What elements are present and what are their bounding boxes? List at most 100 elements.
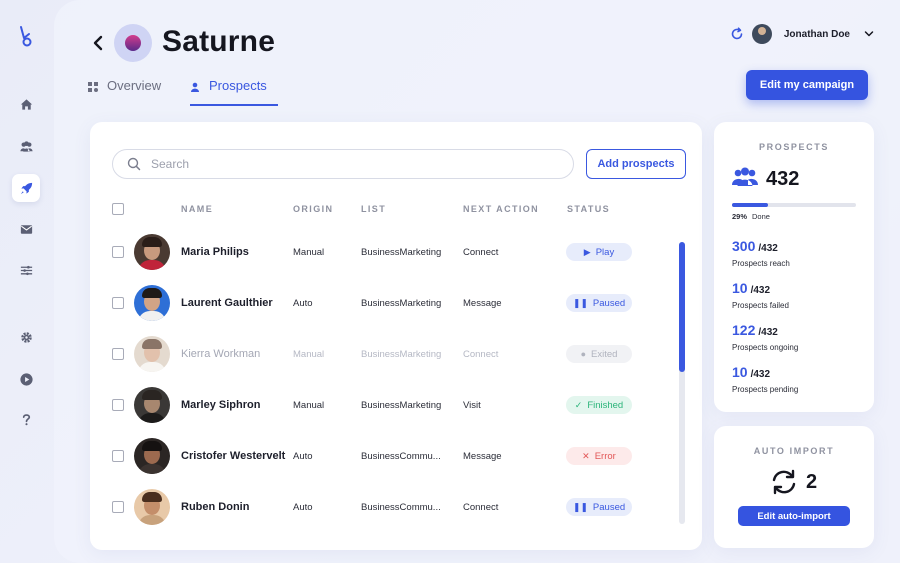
stats-title: PROSPECTS [759, 142, 829, 152]
row-checkbox[interactable] [112, 297, 124, 309]
app-logo-icon[interactable] [16, 24, 36, 50]
play-icon: ▶ [583, 246, 591, 257]
auto-import-count: 2 [806, 471, 818, 493]
table-row[interactable]: Maria Philips Manual BusinessMarketing C… [90, 227, 690, 278]
table-row[interactable]: Kierra Workman Manual BusinessMarketing … [90, 329, 690, 380]
user-name[interactable]: Jonathan Doe [784, 29, 850, 40]
metric-label: Prospects pending [732, 385, 799, 394]
edit-campaign-button[interactable]: Edit my campaign [746, 70, 868, 100]
sidebar-item-home[interactable] [12, 90, 40, 118]
status-badge[interactable]: ❚❚ Paused [566, 294, 632, 312]
refresh-icon[interactable] [730, 27, 744, 41]
column-header-status[interactable]: STATUS [567, 204, 610, 214]
status-badge[interactable]: ❚❚ Paused [566, 498, 632, 516]
prospect-next-action: Connect [463, 349, 499, 360]
prospect-name[interactable]: Marley Siphron [181, 399, 260, 411]
metric-total: /432 [750, 369, 771, 380]
table-row[interactable]: Ruben Donin Auto BusinessCommu... Connec… [90, 482, 690, 533]
progress-caption: 29% Done [732, 212, 770, 221]
filters-icon [20, 265, 32, 275]
row-checkbox[interactable] [112, 450, 124, 462]
status-badge[interactable]: ✕ Error [566, 447, 632, 465]
column-header-list[interactable]: LIST [361, 204, 386, 214]
prospect-name[interactable]: Kierra Workman [181, 348, 260, 360]
settings-icon [20, 331, 32, 343]
prospect-origin: Auto [293, 451, 313, 462]
status-badge[interactable]: ✓ Finished [566, 396, 632, 414]
sidebar-item-help[interactable] [12, 405, 40, 433]
table-row[interactable]: Cristofer Westervelt Auto BusinessCommu.… [90, 431, 690, 482]
prospect-next-action: Connect [463, 502, 499, 513]
help-icon [22, 413, 30, 425]
metric-label: Prospects failed [732, 301, 789, 310]
progress-bar [732, 203, 856, 207]
edit-auto-import-button[interactable]: Edit auto-import [738, 506, 850, 526]
add-prospects-button[interactable]: Add prospects [586, 149, 686, 179]
sidebar-item-team[interactable] [12, 132, 40, 160]
back-arrow-icon[interactable] [90, 34, 106, 52]
status-label: Play [595, 246, 615, 258]
sidebar-item-messages[interactable] [12, 215, 40, 243]
metric-value: 10 [732, 364, 748, 380]
metric-total: /432 [750, 285, 771, 296]
metric-pending: 10/432 Prospects pending [732, 364, 798, 394]
tab-overview[interactable]: Overview [88, 78, 174, 106]
mail-icon [20, 224, 32, 234]
column-header-origin[interactable]: ORIGIN [293, 204, 333, 214]
prospect-name[interactable]: Ruben Donin [181, 501, 249, 513]
pause-icon: ❚❚ [572, 501, 588, 512]
table-row[interactable]: Laurent Gaulthier Auto BusinessMarketing… [90, 278, 690, 329]
pause-icon: ❚❚ [572, 297, 588, 308]
row-checkbox[interactable] [112, 399, 124, 411]
row-checkbox[interactable] [112, 246, 124, 258]
avatar [134, 387, 170, 423]
metric-total: /432 [758, 243, 778, 254]
prospect-next-action: Message [463, 451, 502, 462]
avatar [134, 336, 170, 372]
prospects-total: 432 [766, 168, 800, 190]
sidebar-item-settings[interactable] [12, 323, 40, 351]
metric-ongoing: 122/432 Prospects ongoing [732, 322, 798, 352]
status-badge[interactable]: ● Exited [566, 345, 632, 363]
user-avatar[interactable] [751, 24, 772, 44]
team-icon [19, 140, 33, 152]
sidebar-item-tutorials[interactable] [12, 365, 40, 393]
metric-value: 300 [732, 238, 756, 254]
status-badge[interactable]: ▶ Play [566, 243, 632, 261]
search-input[interactable] [151, 157, 551, 171]
column-header-name[interactable]: NAME [181, 204, 213, 214]
prospect-list: BusinessMarketing [361, 349, 442, 360]
table-scrollbar[interactable] [679, 242, 685, 524]
metric-reach: 300/432 Prospects reach [732, 238, 790, 268]
column-header-next-action[interactable]: NEXT ACTION [463, 204, 539, 214]
metric-failed: 10/432 Prospects failed [732, 280, 789, 310]
tab-prospects[interactable]: Prospects [190, 78, 278, 106]
row-checkbox[interactable] [112, 501, 124, 513]
done-percent: 29% [732, 212, 748, 221]
check-icon: ✓ [574, 399, 583, 410]
prospect-origin: Auto [293, 298, 313, 309]
table-row[interactable]: Marley Siphron Manual BusinessMarketing … [90, 380, 690, 431]
prospect-name[interactable]: Laurent Gaulthier [181, 297, 273, 309]
chevron-down-icon[interactable] [864, 29, 874, 39]
people-icon [732, 167, 758, 186]
tab-overview-label: Overview [107, 78, 162, 93]
status-label: Finished [587, 399, 624, 411]
user-menu: Jonathan Doe [730, 24, 874, 44]
scrollbar-thumb[interactable] [679, 242, 685, 372]
main-panel: Saturne Overview Prospects Jonathan Doe … [54, 0, 900, 563]
search-bar[interactable] [112, 149, 574, 179]
avatar [134, 285, 170, 321]
status-label: Paused [592, 501, 626, 513]
prospect-name[interactable]: Cristofer Westervelt [181, 450, 285, 462]
page-title: Saturne [162, 25, 276, 58]
row-checkbox[interactable] [112, 348, 124, 360]
prospect-name[interactable]: Maria Philips [181, 246, 249, 258]
prospect-origin: Manual [293, 349, 325, 360]
prospects-table-card: Add prospects NAME ORIGIN LIST NEXT ACTI… [90, 122, 702, 550]
overview-icon [88, 82, 98, 92]
sidebar-item-campaigns[interactable] [12, 174, 40, 202]
sidebar-item-filters[interactable] [12, 256, 40, 284]
done-label: Done [752, 212, 770, 221]
select-all-checkbox[interactable] [112, 203, 124, 215]
